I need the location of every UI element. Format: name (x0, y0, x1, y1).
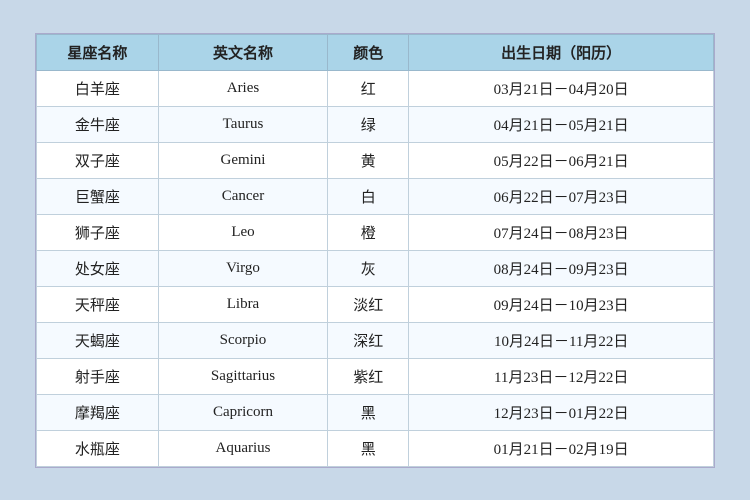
cell-1: Gemini (158, 142, 327, 178)
zodiac-table-container: 星座名称 英文名称 颜色 出生日期（阳历） 白羊座Aries红03月21日－04… (35, 33, 715, 468)
table-header-row: 星座名称 英文名称 颜色 出生日期（阳历） (37, 34, 714, 70)
table-row: 双子座Gemini黄05月22日－06月21日 (37, 142, 714, 178)
cell-2: 绿 (328, 106, 409, 142)
cell-1: Aries (158, 70, 327, 106)
cell-2: 黄 (328, 142, 409, 178)
header-english: 英文名称 (158, 34, 327, 70)
table-row: 天蝎座Scorpio深红10月24日－11月22日 (37, 322, 714, 358)
cell-2: 黑 (328, 430, 409, 466)
cell-2: 白 (328, 178, 409, 214)
cell-0: 巨蟹座 (37, 178, 159, 214)
cell-2: 紫红 (328, 358, 409, 394)
cell-2: 淡红 (328, 286, 409, 322)
cell-3: 06月22日－07月23日 (409, 178, 714, 214)
cell-0: 水瓶座 (37, 430, 159, 466)
header-chinese: 星座名称 (37, 34, 159, 70)
cell-1: Taurus (158, 106, 327, 142)
cell-0: 摩羯座 (37, 394, 159, 430)
table-row: 摩羯座Capricorn黑12月23日－01月22日 (37, 394, 714, 430)
table-row: 处女座Virgo灰08月24日－09月23日 (37, 250, 714, 286)
cell-1: Leo (158, 214, 327, 250)
table-row: 射手座Sagittarius紫红11月23日－12月22日 (37, 358, 714, 394)
cell-0: 处女座 (37, 250, 159, 286)
cell-3: 10月24日－11月22日 (409, 322, 714, 358)
cell-3: 08月24日－09月23日 (409, 250, 714, 286)
table-body: 白羊座Aries红03月21日－04月20日金牛座Taurus绿04月21日－0… (37, 70, 714, 466)
cell-3: 01月21日－02月19日 (409, 430, 714, 466)
cell-3: 11月23日－12月22日 (409, 358, 714, 394)
cell-3: 04月21日－05月21日 (409, 106, 714, 142)
cell-2: 红 (328, 70, 409, 106)
cell-1: Scorpio (158, 322, 327, 358)
cell-3: 03月21日－04月20日 (409, 70, 714, 106)
table-row: 水瓶座Aquarius黑01月21日－02月19日 (37, 430, 714, 466)
zodiac-table: 星座名称 英文名称 颜色 出生日期（阳历） 白羊座Aries红03月21日－04… (36, 34, 714, 467)
cell-3: 05月22日－06月21日 (409, 142, 714, 178)
cell-2: 黑 (328, 394, 409, 430)
cell-3: 07月24日－08月23日 (409, 214, 714, 250)
cell-0: 天秤座 (37, 286, 159, 322)
cell-3: 12月23日－01月22日 (409, 394, 714, 430)
cell-1: Libra (158, 286, 327, 322)
table-row: 白羊座Aries红03月21日－04月20日 (37, 70, 714, 106)
cell-1: Capricorn (158, 394, 327, 430)
cell-0: 双子座 (37, 142, 159, 178)
cell-3: 09月24日－10月23日 (409, 286, 714, 322)
cell-0: 射手座 (37, 358, 159, 394)
cell-2: 深红 (328, 322, 409, 358)
table-row: 狮子座Leo橙07月24日－08月23日 (37, 214, 714, 250)
cell-0: 白羊座 (37, 70, 159, 106)
cell-1: Sagittarius (158, 358, 327, 394)
cell-0: 狮子座 (37, 214, 159, 250)
cell-2: 橙 (328, 214, 409, 250)
table-row: 金牛座Taurus绿04月21日－05月21日 (37, 106, 714, 142)
cell-1: Cancer (158, 178, 327, 214)
header-date: 出生日期（阳历） (409, 34, 714, 70)
cell-0: 金牛座 (37, 106, 159, 142)
cell-1: Aquarius (158, 430, 327, 466)
table-row: 巨蟹座Cancer白06月22日－07月23日 (37, 178, 714, 214)
cell-0: 天蝎座 (37, 322, 159, 358)
cell-1: Virgo (158, 250, 327, 286)
header-color: 颜色 (328, 34, 409, 70)
cell-2: 灰 (328, 250, 409, 286)
table-row: 天秤座Libra淡红09月24日－10月23日 (37, 286, 714, 322)
